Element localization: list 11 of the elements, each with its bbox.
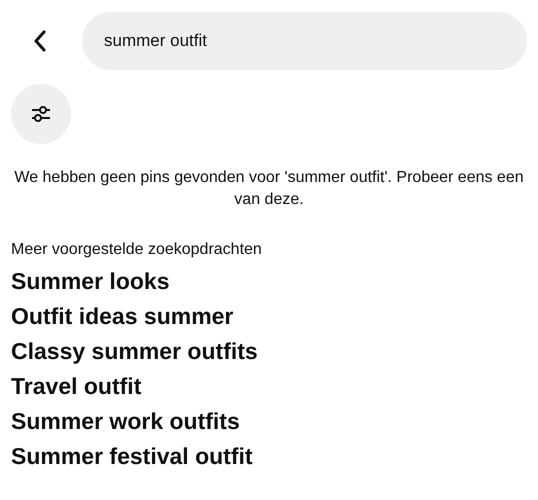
no-results-message: We hebben geen pins gevonden voor 'summer outfit'. Probeer eens een van deze. [13, 168, 525, 210]
suggestion-link[interactable]: Travel outfit [11, 369, 142, 404]
suggestion-link[interactable]: Summer looks [11, 264, 170, 299]
suggestion-link[interactable]: Outfit ideas summer [11, 299, 234, 334]
suggestion-link[interactable]: Summer work outfits [11, 404, 240, 439]
suggestions-heading: Meer voorgestelde zoekopdrachten [11, 240, 263, 260]
search-field[interactable]: summer outfit [82, 12, 527, 70]
filter-icon [31, 105, 51, 123]
suggestion-link[interactable]: Summer festival outfit [11, 439, 253, 474]
suggestion-link[interactable]: Classy summer outfits [11, 334, 258, 369]
back-icon [32, 30, 48, 52]
